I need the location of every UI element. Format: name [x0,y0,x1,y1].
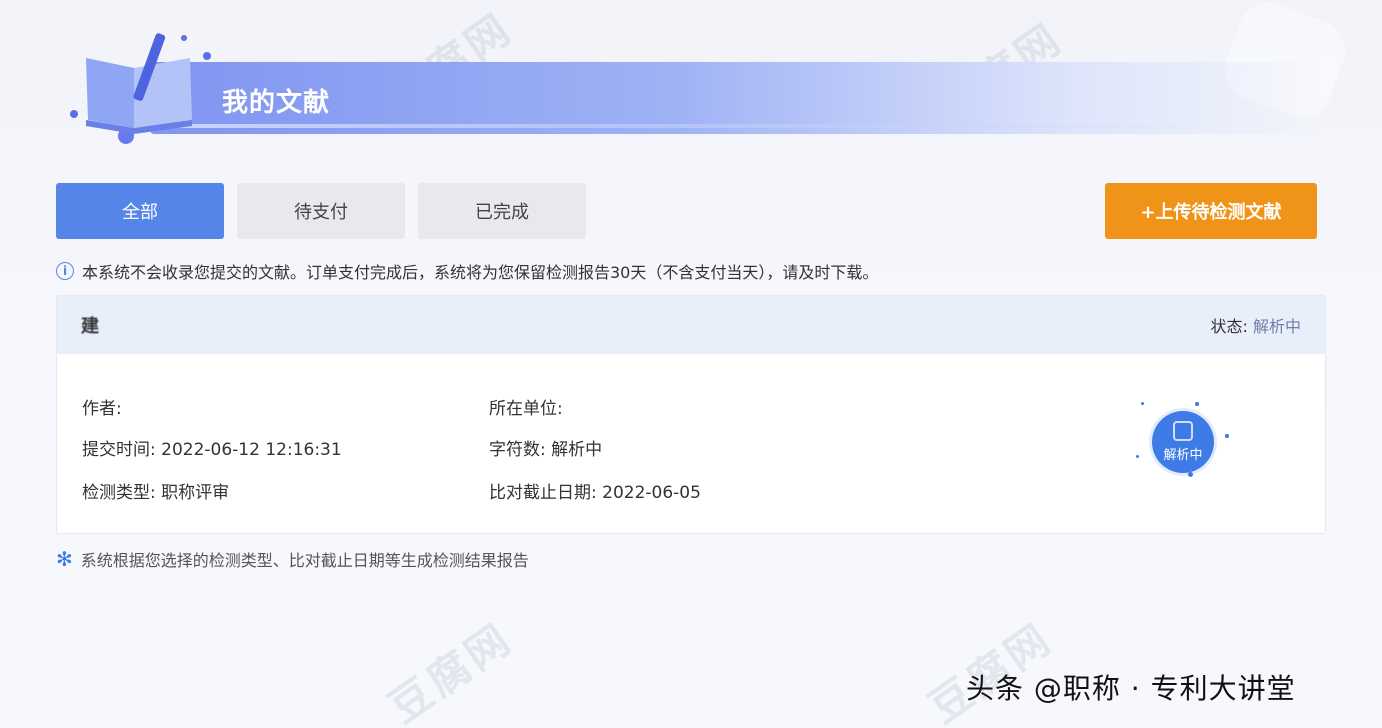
watermark: 豆腐网 [380,613,522,728]
page-title: 我的文献 [222,88,331,118]
banner-underline [180,124,1230,128]
unit-field: 所在单位: [489,394,563,419]
cutoff-date-label: 比对截止日期: [489,483,597,503]
char-count-label: 字符数: [489,440,546,460]
cutoff-date-value: 2022-06-05 [602,483,701,503]
document-icon [1173,421,1193,441]
decor-dot [1188,472,1193,477]
tab-completed[interactable]: 已完成 [418,183,586,239]
upload-document-button[interactable]: +上传待检测文献 [1105,183,1317,239]
info-icon: i [56,262,74,280]
credit-watermark: 头条 @职称 · 专利大讲堂 [966,672,1296,705]
submit-time-label: 提交时间: [82,440,156,460]
snowflake-icon: ✻ [56,547,73,571]
unit-label: 所在单位: [489,399,563,419]
tab-all[interactable]: 全部 [56,183,224,239]
notice: i 本系统不会收录您提交的文献。订单支付完成后，系统将为您保留检测报告30天（不… [56,259,878,283]
book-pen-icon [70,33,211,144]
submit-time-value: 2022-06-12 12:16:31 [161,440,342,460]
detect-type-field: 检测类型: 职称评审 [82,478,229,503]
decor-dot [1141,402,1144,405]
detect-type-value: 职称评审 [161,483,230,503]
status-value: 解析中 [1252,317,1301,336]
footnote: ✻ 系统根据您选择的检测类型、比对截止日期等生成检测结果报告 [56,547,529,571]
status-badge: 状态: 解析中 [1210,313,1301,337]
char-count-value: 解析中 [551,440,603,460]
author-label: 作者: [82,399,122,419]
parsing-badge-text: 解析中 [1163,448,1203,463]
decor-dot [1225,434,1229,438]
page: 豆腐网 豆腐网 豆腐网 豆腐网 我的文献 全部 待支付 已完成 +上传待检测文献… [0,0,1382,728]
submit-time-field: 提交时间: 2022-06-12 12:16:31 [82,435,342,460]
cutoff-date-field: 比对截止日期: 2022-06-05 [489,478,701,503]
notice-text: 本系统不会收录您提交的文献。订单支付完成后，系统将为您保留检测报告30天（不含支… [82,263,879,282]
decor-dot [1136,455,1139,458]
detect-type-label: 检测类型: [82,483,156,503]
card-header: 建 状态: 解析中 [57,296,1325,354]
document-title[interactable]: 建 [81,312,99,338]
footnote-text: 系统根据您选择的检测类型、比对截止日期等生成检测结果报告 [80,551,529,570]
tab-pending-payment[interactable]: 待支付 [237,183,405,239]
author-field: 作者: [82,394,122,419]
parsing-badge: 解析中 [1152,411,1214,473]
decor-dot [1195,402,1199,406]
char-count-field: 字符数: 解析中 [489,435,602,460]
status-label: 状态: [1210,317,1248,336]
